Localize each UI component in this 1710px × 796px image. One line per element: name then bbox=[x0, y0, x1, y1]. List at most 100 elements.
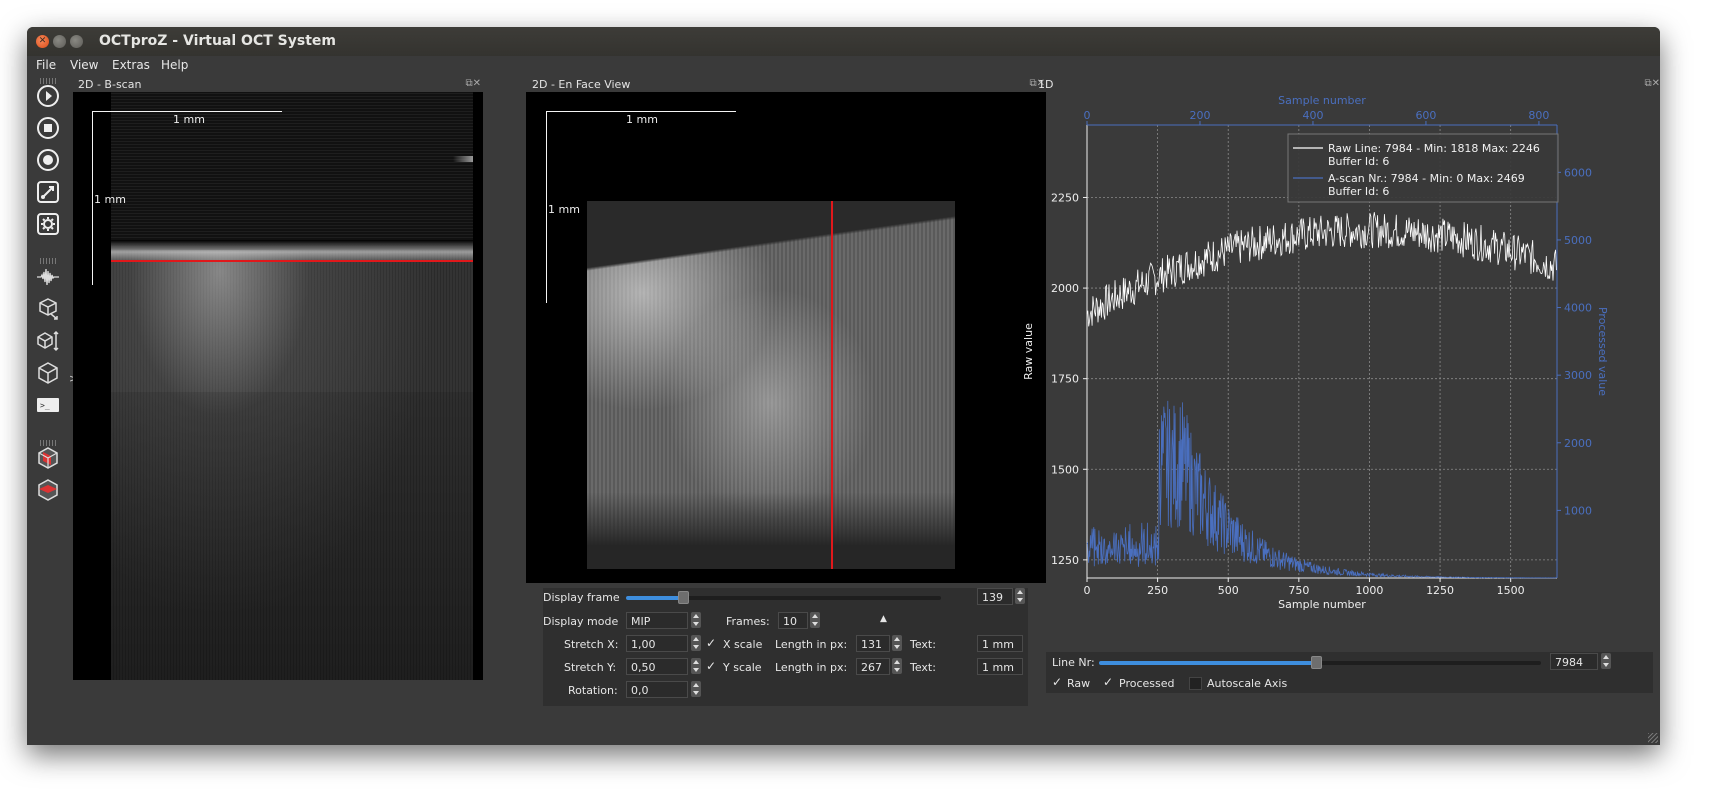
autoscale-checkbox[interactable] bbox=[1189, 677, 1202, 690]
legend-entry-buffer: Buffer Id: 6 bbox=[1328, 155, 1389, 168]
legend-entry-buffer: Buffer Id: 6 bbox=[1328, 185, 1389, 198]
line-nr-slider-handle[interactable] bbox=[1310, 656, 1322, 669]
y-tick-label: 1750 bbox=[1051, 373, 1079, 386]
menu-extras[interactable]: Extras bbox=[112, 58, 150, 72]
menu-file[interactable]: File bbox=[36, 58, 56, 72]
menu-view[interactable]: View bbox=[70, 58, 98, 72]
line-nr-input[interactable]: 7984 bbox=[1550, 653, 1598, 670]
line-nr-slider-fill bbox=[1099, 661, 1316, 665]
maximize-window-button[interactable] bbox=[70, 35, 83, 48]
enface-position-line[interactable] bbox=[831, 201, 833, 569]
processed-checkbox[interactable]: ✓ bbox=[1103, 675, 1113, 689]
settings-button[interactable] bbox=[34, 210, 62, 238]
waveform-icon bbox=[37, 268, 59, 286]
volume-export-button[interactable] bbox=[34, 295, 62, 323]
close-window-button[interactable]: ✕ bbox=[36, 35, 49, 48]
raw-label: Raw bbox=[1067, 677, 1091, 690]
x2-tick-label: 800 bbox=[1528, 109, 1549, 122]
rotation-input[interactable]: 0,0 bbox=[626, 681, 688, 698]
y-scale-checkbox[interactable]: ✓ bbox=[706, 659, 716, 673]
play-button[interactable] bbox=[34, 82, 62, 110]
display-mode-select[interactable]: MIP bbox=[626, 612, 688, 629]
plugin-button[interactable] bbox=[34, 178, 62, 206]
enface-bottom-shadow bbox=[587, 492, 955, 569]
bscan-scale-h-label: 1 mm bbox=[173, 113, 205, 126]
bscan-depth-shadow bbox=[111, 392, 473, 680]
line-nr-spinner[interactable] bbox=[1601, 653, 1611, 669]
resize-grip[interactable] bbox=[1648, 733, 1658, 743]
volume-resize-icon bbox=[37, 330, 59, 352]
stretch-y-label: Stretch Y: bbox=[564, 661, 617, 674]
collapse-arrow-icon[interactable]: ▲ bbox=[880, 614, 887, 624]
rotation-spinner[interactable] bbox=[691, 681, 701, 697]
frames-spinner[interactable] bbox=[810, 612, 820, 628]
frames-input[interactable]: 10 bbox=[778, 612, 808, 629]
bscan-scale-v-label: 1 mm bbox=[94, 193, 126, 206]
text-y-label: Text: bbox=[910, 661, 936, 674]
one-d-controls: Line Nr: 7984 ✓ Raw ✓ Processed Autoscal… bbox=[1046, 652, 1653, 693]
y2-tick-label: 5000 bbox=[1564, 234, 1592, 247]
bscan-panel-buttons[interactable]: ⧉✕ bbox=[465, 78, 481, 89]
bscan-title: 2D - B-scan bbox=[78, 78, 142, 91]
x-tick-label: 750 bbox=[1288, 584, 1309, 597]
waveform-button[interactable] bbox=[34, 263, 62, 291]
cube-red-button[interactable] bbox=[34, 444, 62, 472]
y2-tick-label: 6000 bbox=[1564, 166, 1592, 179]
display-frame-label: Display frame bbox=[543, 591, 620, 604]
menu-bar: File View Extras Help bbox=[27, 56, 1660, 74]
enface-image-area[interactable]: 1 mm 1 mm bbox=[526, 92, 1046, 583]
volume-resize-button[interactable] bbox=[34, 327, 62, 355]
bscan-position-line[interactable] bbox=[111, 260, 473, 262]
length-x-label: Length in px: bbox=[775, 638, 848, 651]
x-tick-label: 500 bbox=[1218, 584, 1239, 597]
minimize-window-button[interactable] bbox=[53, 35, 66, 48]
enface-scalebar-v bbox=[546, 111, 547, 303]
line-nr-slider[interactable] bbox=[1099, 656, 1541, 669]
display-frame-slider-handle[interactable] bbox=[677, 591, 689, 604]
length-x-spinner[interactable] bbox=[892, 635, 902, 651]
text-x-input[interactable]: 1 mm bbox=[977, 635, 1023, 652]
one-d-chart[interactable]: 0 250 500 750 1000 1250 1500 0 200 400 600 800 1250 1… bbox=[1013, 88, 1643, 633]
play-icon bbox=[37, 85, 59, 107]
stretch-x-input[interactable]: 1,00 bbox=[626, 635, 688, 652]
plugin-icon bbox=[37, 181, 59, 203]
x2-axis-label: Sample number bbox=[1278, 94, 1366, 107]
console-button[interactable]: >_ bbox=[34, 391, 62, 419]
x2-tick-label: 400 bbox=[1302, 109, 1323, 122]
display-mode-arrow[interactable] bbox=[691, 612, 701, 628]
x-tick-label: 1000 bbox=[1355, 584, 1383, 597]
line-nr-label: Line Nr: bbox=[1052, 656, 1095, 669]
stretch-y-spinner[interactable] bbox=[691, 658, 701, 674]
stretch-x-spinner[interactable] bbox=[691, 635, 701, 651]
length-y-input[interactable]: 267 bbox=[856, 658, 890, 675]
window-title: OCTproZ - Virtual OCT System bbox=[99, 33, 336, 49]
menu-help[interactable]: Help bbox=[161, 58, 188, 72]
autoscale-label: Autoscale Axis bbox=[1207, 677, 1288, 690]
stop-button[interactable] bbox=[34, 114, 62, 142]
record-button[interactable] bbox=[34, 146, 62, 174]
one-d-panel-buttons[interactable]: ⧉✕ bbox=[1644, 78, 1660, 89]
stop-icon bbox=[37, 117, 59, 139]
stretch-y-input[interactable]: 0,50 bbox=[626, 658, 688, 675]
text-y-input[interactable]: 1 mm bbox=[977, 658, 1023, 675]
x-scale-checkbox[interactable]: ✓ bbox=[706, 636, 716, 650]
x-tick-label: 250 bbox=[1147, 584, 1168, 597]
x-tick-label: 1500 bbox=[1497, 584, 1525, 597]
y-tick-label: 2000 bbox=[1051, 282, 1079, 295]
display-frame-slider[interactable] bbox=[626, 591, 941, 604]
rotation-label: Rotation: bbox=[568, 684, 618, 697]
cube-slice-button[interactable] bbox=[34, 476, 62, 504]
y-tick-label: 1500 bbox=[1051, 463, 1079, 476]
y2-tick-label: 1000 bbox=[1564, 504, 1592, 517]
console-icon: >_ bbox=[37, 398, 59, 412]
y2-tick-label: 3000 bbox=[1564, 369, 1592, 382]
one-d-chart-svg[interactable]: 0 250 500 750 1000 1250 1500 0 200 400 600 800 1250 1… bbox=[1013, 88, 1643, 633]
bscan-image-area[interactable]: 1 mm 1 mm bbox=[73, 92, 483, 680]
length-y-spinner[interactable] bbox=[892, 658, 902, 674]
x-tick-label: 1250 bbox=[1426, 584, 1454, 597]
cube-button[interactable] bbox=[34, 359, 62, 387]
raw-checkbox[interactable]: ✓ bbox=[1052, 675, 1062, 689]
length-x-input[interactable]: 131 bbox=[856, 635, 890, 652]
y-tick-label: 2250 bbox=[1051, 191, 1079, 204]
display-frame-input[interactable]: 139 bbox=[977, 588, 1013, 605]
